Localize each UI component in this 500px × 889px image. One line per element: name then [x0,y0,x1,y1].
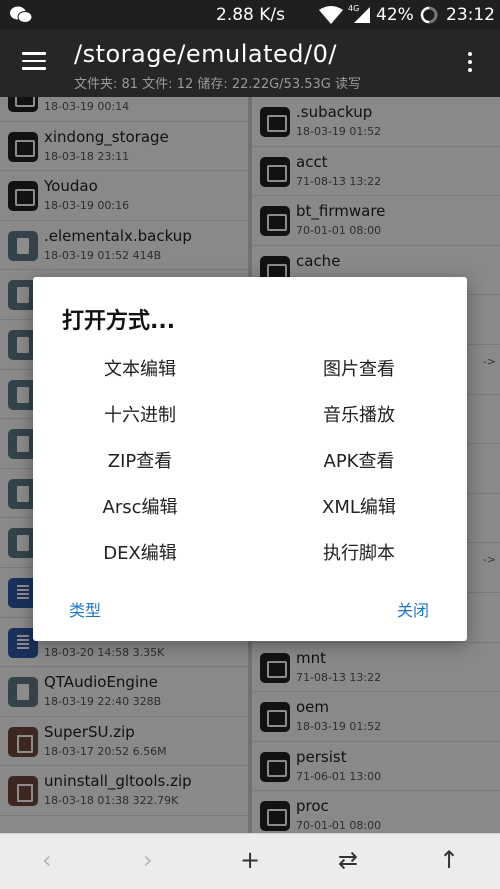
option-xml-edit[interactable]: XML编辑 [259,493,459,519]
clock: 23:12 [446,5,495,25]
option-hex[interactable]: 十六进制 [40,401,240,427]
close-button[interactable]: 关闭 [397,597,429,621]
option-run-script[interactable]: 执行脚本 [259,539,459,565]
option-dex-edit[interactable]: DEX编辑 [40,539,240,565]
battery-icon [420,6,438,24]
option-image-view[interactable]: 图片查看 [259,355,459,381]
forward-arrow-icon[interactable]: › [143,846,153,874]
option-music-play[interactable]: 音乐播放 [259,401,459,427]
hamburger-menu-icon[interactable] [22,52,46,72]
option-arsc-edit[interactable]: Arsc编辑 [40,493,240,519]
option-zip-view[interactable]: ZIP查看 [40,447,240,473]
option-text-edit[interactable]: 文本编辑 [40,355,240,381]
current-path: /storage/emulated/0/ [74,40,337,68]
add-icon[interactable]: + [240,846,260,874]
swap-panes-icon[interactable]: ⇄ [338,846,358,874]
battery-percent: 42% [376,5,414,25]
status-bar: 2.88 K/s 4G 42% 23:12 [0,0,500,30]
up-directory-icon[interactable]: ↑ [439,846,459,874]
cell-signal-icon: 4G [348,4,370,23]
net-speed: 2.88 K/s [216,5,285,25]
storage-info: 文件夹: 81 文件: 12 储存: 22.22G/53.53G 读写 [74,77,361,92]
more-options-icon[interactable] [462,50,478,74]
wifi-icon [319,6,343,24]
wechat-icon [10,6,32,23]
bottom-toolbar: ‹ › + ⇄ ↑ [0,833,500,889]
dialog-title: 打开方式... [62,309,176,334]
open-with-dialog: 打开方式... 文本编辑 十六进制 ZIP查看 Arsc编辑 DEX编辑 图片查… [33,277,467,641]
app-bar: /storage/emulated/0/ 文件夹: 81 文件: 12 储存: … [0,30,500,97]
type-button[interactable]: 类型 [69,597,101,621]
option-apk-view[interactable]: APK查看 [259,447,459,473]
back-arrow-icon[interactable]: ‹ [42,846,52,874]
